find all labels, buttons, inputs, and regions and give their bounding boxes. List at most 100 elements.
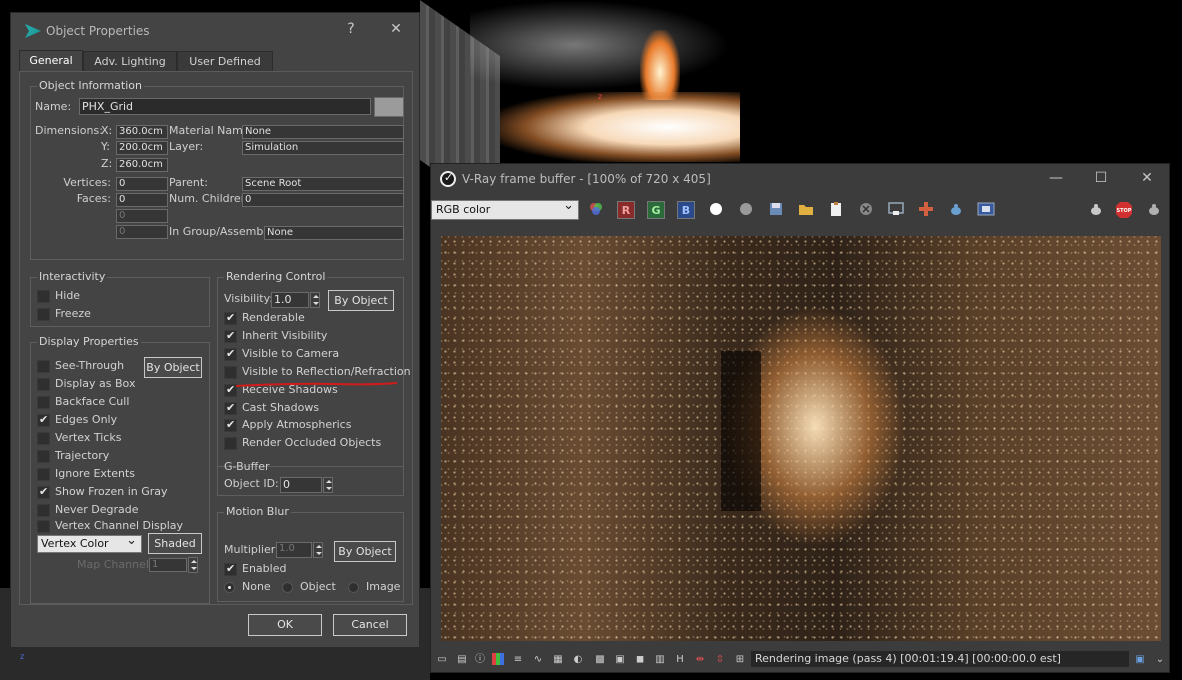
exposure-icon[interactable]: ▦ <box>551 653 565 667</box>
visible-to-camera-label: Visible to Camera <box>242 347 340 360</box>
vfb-titlebar[interactable]: V-Ray frame buffer - [100% of 720 x 405]… <box>431 164 1169 194</box>
close-button[interactable]: ✕ <box>1137 170 1157 186</box>
vertex-channel-display-checkbox[interactable] <box>37 520 50 533</box>
ok-button[interactable]: OK <box>248 614 322 636</box>
apply-atmospherics-checkbox[interactable] <box>224 418 237 432</box>
tab-general[interactable]: General <box>19 50 83 71</box>
motion-blur-by-object-button[interactable]: By Object <box>334 541 396 562</box>
group-assembly-label: In Group/Assembly: <box>169 225 276 238</box>
blue-channel-button[interactable]: B <box>677 201 695 219</box>
chevron-down-icon[interactable]: ⌄ <box>1153 653 1167 667</box>
visible-to-camera-checkbox[interactable] <box>224 347 237 361</box>
history-icon[interactable]: ▤ <box>455 653 469 667</box>
clipboard-icon[interactable] <box>827 201 845 219</box>
freeze-label: Freeze <box>55 307 91 320</box>
renderable-label: Renderable <box>242 311 305 324</box>
toggle-panel-icon[interactable]: ▭ <box>435 653 449 667</box>
cancel-button[interactable]: Cancel <box>333 614 407 636</box>
render-interactive-icon[interactable] <box>1145 201 1163 219</box>
clear-image-icon[interactable] <box>857 201 875 219</box>
display-as-box-checkbox[interactable] <box>37 378 50 391</box>
image-compare-icon[interactable]: ▣ <box>613 653 627 667</box>
stop-render-icon[interactable]: STOP <box>1115 201 1133 219</box>
pixel-aspect-icon[interactable]: ▩ <box>593 653 607 667</box>
x-label: X: <box>101 124 113 137</box>
render-image[interactable] <box>441 236 1161 641</box>
vertex-channel-select[interactable]: Vertex Color <box>37 533 142 553</box>
tab-user-defined[interactable]: User Defined <box>177 51 273 71</box>
green-channel-button[interactable]: G <box>647 201 665 219</box>
vfb-toolbar: RGB color R G B STOP <box>431 198 1169 222</box>
general-tab-panel: Object Information Name: PHX_Grid Dimens… <box>19 71 413 605</box>
maximize-button[interactable]: ☐ <box>1091 170 1111 186</box>
vertex-ticks-checkbox[interactable] <box>37 432 50 445</box>
render-channel-select[interactable]: RGB color <box>431 198 579 220</box>
visible-to-reflection-label: Visible to Reflection/Refraction <box>242 365 411 378</box>
render-occluded-checkbox[interactable] <box>224 437 237 450</box>
backface-cull-checkbox[interactable] <box>37 396 50 409</box>
open-folder-icon[interactable] <box>797 201 815 219</box>
visible-to-reflection-checkbox[interactable] <box>224 366 237 379</box>
trajectory-checkbox[interactable] <box>37 450 50 463</box>
follow-mouse-icon[interactable]: ⊞ <box>733 653 747 667</box>
save-icon[interactable] <box>767 201 785 219</box>
motion-blur-object-radio[interactable] <box>282 582 293 593</box>
visibility-spinner[interactable] <box>310 292 320 308</box>
curves-icon[interactable]: ∿ <box>531 653 545 667</box>
motion-blur-enabled-checkbox[interactable] <box>224 562 237 576</box>
renderable-checkbox[interactable] <box>224 311 237 325</box>
levels-icon[interactable]: ≡ <box>511 653 525 667</box>
freeze-checkbox[interactable] <box>37 308 50 321</box>
monochrome-icon[interactable] <box>737 201 755 219</box>
color-correction-icon[interactable] <box>491 653 505 667</box>
tab-adv-lighting[interactable]: Adv. Lighting <box>83 51 177 71</box>
minimize-button[interactable]: — <box>1046 170 1066 186</box>
object-color-swatch[interactable] <box>374 97 404 117</box>
object-id-field[interactable]: 0 <box>280 477 322 493</box>
rendering-by-object-button[interactable]: By Object <box>328 290 394 311</box>
layer-field: Simulation <box>242 141 404 155</box>
white-balance-icon[interactable]: ◐ <box>571 653 585 667</box>
info-icon[interactable]: ⓘ <box>473 653 487 667</box>
lut-icon[interactable]: ◼ <box>633 653 647 667</box>
object-id-spinner[interactable] <box>323 477 333 493</box>
viewport-axis-label: z <box>598 92 603 101</box>
viewport-flame <box>640 30 680 100</box>
track-mouse-icon[interactable] <box>917 201 935 219</box>
parent-label: Parent: <box>169 176 208 189</box>
name-field[interactable]: PHX_Grid <box>79 98 371 115</box>
shaded-button[interactable]: Shaded <box>148 533 202 554</box>
show-frozen-in-gray-checkbox[interactable] <box>37 485 50 499</box>
visibility-field[interactable]: 1.0 <box>271 292 309 308</box>
inherit-visibility-checkbox[interactable] <box>224 329 237 343</box>
never-degrade-checkbox[interactable] <box>37 504 50 517</box>
alpha-white-icon[interactable] <box>707 201 725 219</box>
see-through-checkbox[interactable] <box>37 360 50 373</box>
display-by-object-button[interactable]: By Object <box>144 357 202 378</box>
extra-count-field-2: 0 <box>116 225 168 239</box>
close-button[interactable]: ✕ <box>386 21 406 37</box>
lens-effects-icon[interactable] <box>977 201 995 219</box>
render-teapot-icon[interactable] <box>947 201 965 219</box>
hide-checkbox[interactable] <box>37 290 50 303</box>
render-region-icon[interactable] <box>887 201 905 219</box>
ignore-extents-checkbox[interactable] <box>37 468 50 481</box>
map-channel-field: 1 <box>149 558 187 572</box>
dialog-title: Object Properties <box>46 24 150 38</box>
h-toggle-icon[interactable]: H <box>673 653 687 667</box>
color-channels-icon[interactable] <box>587 201 605 219</box>
motion-blur-none-radio[interactable] <box>224 582 235 593</box>
help-button[interactable]: ? <box>341 21 361 37</box>
ocio-icon[interactable]: ▥ <box>653 653 667 667</box>
extra-count-field: 0 <box>116 209 168 223</box>
red-channel-button[interactable]: R <box>617 201 635 219</box>
show-panel-icon[interactable]: ▣ <box>1133 653 1147 667</box>
vray-frame-buffer-window: V-Ray frame buffer - [100% of 720 x 405]… <box>430 163 1170 673</box>
flip-vertical-icon[interactable]: ⇳ <box>713 653 727 667</box>
edges-only-checkbox[interactable] <box>37 413 50 427</box>
dialog-titlebar[interactable]: Object Properties ? ✕ <box>11 13 419 47</box>
cast-shadows-checkbox[interactable] <box>224 401 237 415</box>
render-teapot-icon-2[interactable] <box>1087 201 1105 219</box>
flip-horizontal-icon[interactable]: ⇹ <box>693 653 707 667</box>
motion-blur-image-radio[interactable] <box>348 582 359 593</box>
